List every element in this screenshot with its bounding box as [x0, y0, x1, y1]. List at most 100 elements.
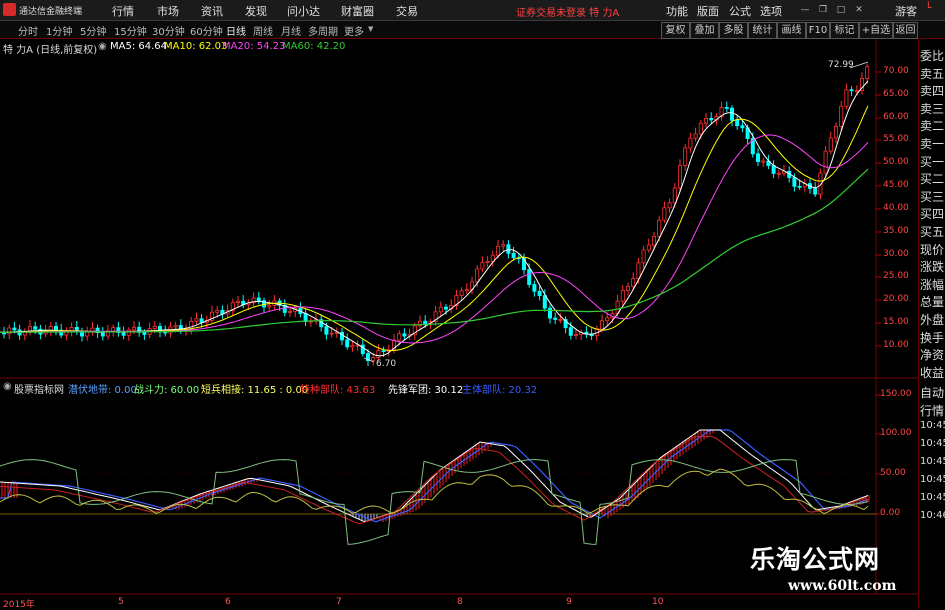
side-lower-item[interactable]: 10:45 [920, 420, 945, 431]
side-item[interactable]: 卖五 [920, 65, 944, 82]
fuquan-button[interactable]: 复权 [661, 22, 690, 39]
menu-gongneng[interactable]: 功能 [666, 3, 688, 19]
candle-body [345, 339, 350, 348]
stock-title: 特 力A (日线,前复权) [3, 45, 98, 56]
side-item[interactable]: 涨幅 [920, 276, 944, 293]
side-lower-item[interactable]: 10:45 [920, 474, 945, 485]
side-item[interactable]: 买一 [920, 153, 944, 170]
side-item[interactable]: 买四 [920, 205, 944, 222]
candle-body [756, 153, 761, 162]
side-item[interactable]: 卖二 [920, 117, 944, 134]
side-item[interactable]: 涨跌 [920, 258, 944, 275]
menu-zixun[interactable]: 资讯 [201, 3, 223, 19]
side-lower-item[interactable]: 10:45 [920, 456, 945, 467]
side-lower-item[interactable]: 自动 [920, 384, 944, 401]
side-item[interactable]: 收益 [920, 364, 944, 381]
menu-wenxiaoda[interactable]: 问小达 [287, 3, 320, 19]
side-item[interactable]: 卖一 [920, 135, 944, 152]
candle-body [438, 306, 443, 313]
menu-hangqing[interactable]: 行情 [112, 3, 134, 19]
period-15min[interactable]: 15分钟 [114, 23, 147, 38]
huaxian-button[interactable]: 画线 [777, 22, 806, 39]
menu-shichang[interactable]: 市场 [157, 3, 179, 19]
period-multi[interactable]: 多周期 [308, 23, 338, 38]
candle-body [553, 317, 558, 320]
candle-body [652, 236, 657, 246]
candle-body [350, 344, 355, 348]
indicator-zhuti: 主体部队: 20.32 [462, 385, 538, 396]
period-fenshi[interactable]: 分时 [18, 23, 38, 38]
diejia-button[interactable]: 叠加 [690, 22, 719, 39]
price-tick: 40.00 [883, 203, 909, 213]
minimize-icon[interactable]: — [800, 5, 810, 15]
period-60min[interactable]: 60分钟 [190, 23, 223, 38]
indicator-tick: 150.00 [880, 389, 912, 399]
menu-xuanxiang[interactable]: 选项 [760, 3, 782, 19]
side-item[interactable]: 买五 [920, 223, 944, 240]
restore-icon[interactable]: ❐ [818, 5, 828, 15]
side-lower-item[interactable]: 10:45 [920, 438, 945, 449]
side-item[interactable]: 卖四 [920, 82, 944, 99]
indicator-zhandouli: 战斗力: 60.00 [134, 385, 200, 396]
side-item[interactable]: 总量 [920, 293, 944, 310]
candle-body [215, 309, 220, 313]
candle-body [2, 331, 7, 335]
candle-body [797, 185, 802, 188]
period-1min[interactable]: 1分钟 [46, 23, 72, 38]
biaoji-button[interactable]: 标记 [830, 22, 859, 39]
candle-body [860, 78, 865, 92]
user-guest[interactable]: 游客 [895, 3, 917, 19]
period-monthly[interactable]: 月线 [281, 23, 301, 38]
settings-gear-icon[interactable]: ◉ [98, 41, 107, 52]
candle-body [324, 326, 329, 335]
candle-body [95, 327, 100, 334]
candle-body [235, 300, 240, 303]
side-item[interactable]: 卖三 [920, 100, 944, 117]
indicator-xianfeng: 先锋军团: 30.12 [388, 385, 464, 396]
period-weekly[interactable]: 周线 [253, 23, 273, 38]
candle-body [558, 319, 563, 321]
side-item[interactable]: 净资 [920, 346, 944, 363]
zhuti-line [0, 429, 869, 523]
candle-body [241, 300, 246, 306]
candle-body [615, 300, 620, 315]
back-button[interactable]: 返回 [893, 22, 918, 39]
menu-jiaoyi[interactable]: 交易 [396, 3, 418, 19]
close-icon[interactable]: ✕ [854, 5, 864, 15]
side-item[interactable]: 买二 [920, 170, 944, 187]
candle-body [761, 160, 766, 163]
side-item[interactable]: 外盘 [920, 311, 944, 328]
candle-body [360, 344, 365, 354]
candle-body [548, 307, 553, 319]
login-status: 证券交易未登录 特 力A [516, 8, 620, 19]
period-more[interactable]: 更多 [344, 23, 364, 38]
candle-body [766, 160, 771, 166]
tongji-button[interactable]: 统计 [748, 22, 777, 39]
side-lower-item[interactable]: 10:45 [920, 492, 945, 503]
candle-body [631, 278, 636, 287]
candle-body [792, 177, 797, 187]
side-lower-item[interactable]: 行情 [920, 402, 944, 419]
indicator-gear-icon[interactable]: ◉ [3, 381, 12, 392]
period-daily[interactable]: 日线 [226, 23, 246, 38]
side-item[interactable]: 买三 [920, 188, 944, 205]
x-date-label: 7 [336, 597, 342, 607]
candle-body [464, 289, 469, 292]
side-l-mark[interactable]: L [927, 1, 932, 11]
maximize-icon[interactable]: □ [836, 5, 846, 15]
side-lower-item[interactable]: 10:46 [920, 510, 945, 521]
f10-button[interactable]: F10 [806, 22, 830, 39]
menu-faxian[interactable]: 发现 [245, 3, 267, 19]
duogu-button[interactable]: 多股 [719, 22, 748, 39]
period-30min[interactable]: 30分钟 [152, 23, 185, 38]
menu-gongshi[interactable]: 公式 [729, 3, 751, 19]
menu-caifuquan[interactable]: 财富圈 [341, 3, 374, 19]
side-item[interactable]: 换手 [920, 329, 944, 346]
add-watchlist-button[interactable]: +自选 [859, 22, 893, 39]
side-item[interactable]: 现价 [920, 241, 944, 258]
period-5min[interactable]: 5分钟 [80, 23, 106, 38]
side-item[interactable]: 委比 [920, 47, 944, 64]
candle-body [724, 107, 729, 109]
more-chevron-icon[interactable]: ▼ [368, 25, 373, 33]
menu-banmian[interactable]: 版面 [697, 3, 719, 19]
